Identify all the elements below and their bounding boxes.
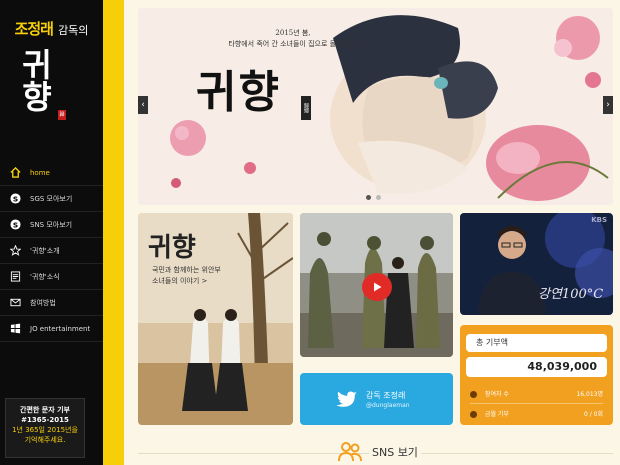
nav-label: '귀향'소개 [30, 246, 60, 255]
nav-label: '귀향'소식 [30, 272, 60, 281]
nav-label: SNS 모아보기 [30, 220, 73, 229]
s-circle-icon: S [9, 193, 21, 205]
windows-icon [9, 323, 21, 335]
home-icon [9, 167, 21, 179]
text-donation-box: 간편한 문자 기부 #1365-2015 1년 365일 2015년을 기억해주… [5, 398, 85, 458]
monthly-row: 금월 기부 0 / 0회 [470, 409, 603, 419]
nav-label: 참여방법 [30, 298, 56, 307]
chevron-right-icon: › [606, 100, 610, 110]
nav-item-sns[interactable]: S SNS 모아보기 [0, 212, 103, 238]
poster-title: 귀향 [148, 233, 196, 263]
nav-item-news[interactable]: '귀향'소식 [0, 264, 103, 290]
donation-box-title: 간편한 문자 기부 [20, 406, 70, 414]
nav-item-intro[interactable]: '귀향'소개 [0, 238, 103, 264]
slide-indicators [366, 195, 381, 200]
people-icon [338, 442, 362, 462]
twitter-bird-icon [336, 391, 357, 407]
monthly-value: 0 / 0회 [584, 411, 603, 418]
next-slide-button[interactable]: › [603, 96, 613, 114]
participants-icon [470, 391, 477, 398]
monthly-icon [470, 411, 477, 418]
donation-box-number: #1365-2015 [21, 416, 69, 424]
chevron-left-icon: ‹ [141, 100, 145, 110]
main-content: 2015년 봄, 타향에서 죽어 간 소녀들이 집으로 돌아온다. 귀향 歸鄕 … [124, 0, 620, 465]
total-donation-amount-box: 48,039,000 [466, 357, 607, 377]
play-icon [374, 282, 382, 292]
twitter-handle: @dunglaeman [366, 402, 410, 409]
mail-icon [9, 297, 21, 309]
donation-card: 총 기부액 48,039,000 참여자 수 16,013명 금월 기부 0 /… [460, 325, 613, 425]
total-donation-label-box: 총 기부액 [466, 334, 607, 352]
banner-subtitle-line1: 2015년 봄, [275, 29, 311, 37]
director-title: 조정래 감독의 [0, 18, 103, 39]
logo-seal: 歸 [58, 110, 66, 120]
total-donation-amount: 48,039,000 [527, 360, 597, 373]
nav-label: SGS 모아보기 [30, 194, 73, 203]
s-circle-icon: S [9, 219, 21, 231]
participants-divider [470, 403, 603, 404]
nav-item-jo-entertainment[interactable]: JO entertainment [0, 316, 103, 342]
poster-tagline-line1: 국민과 함께하는 위안부 [152, 266, 221, 274]
poster-tagline: 국민과 함께하는 위안부 소녀들의 이야기 > [152, 265, 221, 287]
twitter-name: 감독 조정래 [366, 391, 406, 400]
sidebar-nav: home S SGS 모아보기 S SNS 모아보기 '귀향'소개 '귀향'소식 [0, 160, 103, 342]
video-card[interactable] [300, 213, 453, 357]
banner-subtitle-line2: 타향에서 죽어 간 소녀들이 집으로 돌아온다. [228, 40, 358, 48]
twitter-card[interactable]: 감독 조정래 @dunglaeman [300, 373, 453, 425]
nav-label: JO entertainment [30, 324, 91, 333]
sns-section-header: SNS 보기 [124, 433, 620, 465]
logo-title: 귀향 [16, 48, 54, 112]
play-button[interactable] [362, 273, 392, 301]
news-icon [9, 271, 21, 283]
donation-box-line2: 기억해주세요. [24, 436, 66, 444]
hero-banner[interactable]: 2015년 봄, 타향에서 죽어 간 소녀들이 집으로 돌아온다. 귀향 歸鄕 … [138, 8, 613, 205]
svg-text:S: S [12, 194, 17, 203]
slide-dot[interactable] [376, 195, 381, 200]
lecture-card[interactable]: KBS 강연100°C [460, 213, 613, 315]
svg-text:S: S [12, 220, 17, 229]
poster-card[interactable]: 귀향 국민과 함께하는 위안부 소녀들의 이야기 > [138, 213, 293, 425]
total-donation-label: 총 기부액 [476, 338, 508, 347]
sidebar: 조정래 감독의 귀향 歸 home S SGS 모아보기 S SNS 모아보기 [0, 0, 103, 465]
tv-channel-badge: KBS [591, 216, 607, 224]
banner-seal: 歸鄕 [301, 96, 311, 120]
nav-item-home[interactable]: home [0, 160, 103, 186]
program-logo: 강연100°C [538, 287, 604, 302]
participants-value: 16,013명 [576, 391, 603, 398]
banner-title: 귀향 [196, 67, 281, 118]
site-logo[interactable]: 귀향 歸 [16, 48, 88, 128]
poster-tagline-line2[interactable]: 소녀들의 이야기 > [152, 276, 221, 287]
accent-stripe [103, 0, 124, 465]
director-suffix: 감독의 [58, 24, 89, 37]
banner-subtitle: 2015년 봄, 타향에서 죽어 간 소녀들이 집으로 돌아온다. [193, 28, 393, 50]
monthly-label: 금월 기부 [484, 411, 509, 418]
participants-row: 참여자 수 16,013명 [470, 389, 603, 399]
nav-label: home [30, 168, 50, 177]
prev-slide-button[interactable]: ‹ [138, 96, 148, 114]
participants-label: 참여자 수 [484, 391, 509, 398]
nav-item-participate[interactable]: 참여방법 [0, 290, 103, 316]
sns-section-title: SNS 보기 [369, 444, 421, 460]
star-icon [9, 245, 21, 257]
slide-dot-active[interactable] [366, 195, 371, 200]
donation-box-line1: 1년 365일 2015년을 [12, 426, 78, 434]
nav-item-sgs[interactable]: S SGS 모아보기 [0, 186, 103, 212]
director-name: 조정래 [14, 20, 54, 38]
